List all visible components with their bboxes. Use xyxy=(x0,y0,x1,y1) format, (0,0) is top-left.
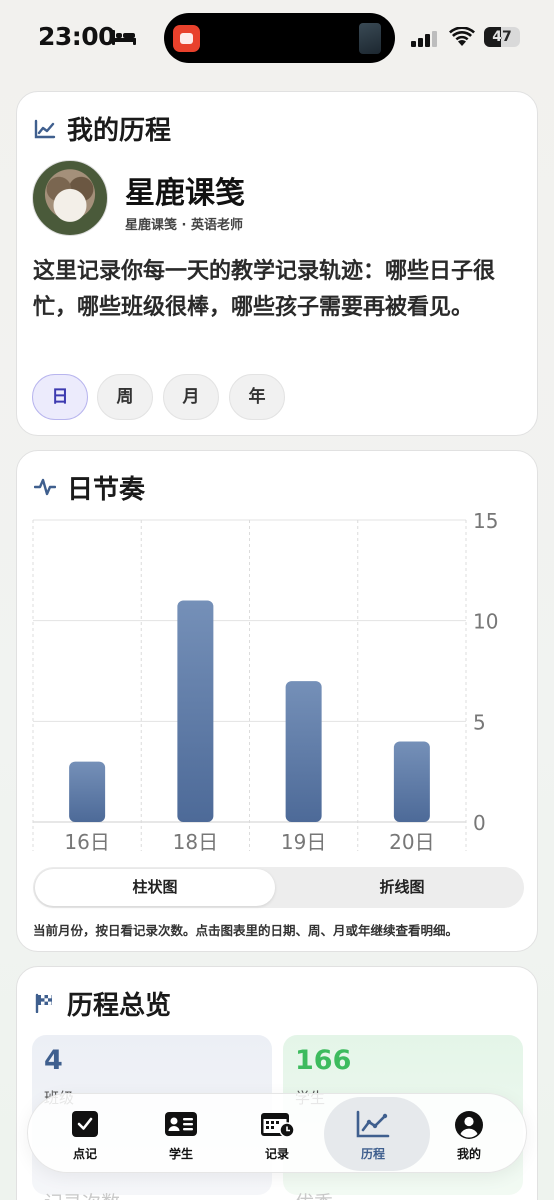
bar[interactable] xyxy=(285,681,322,822)
stat-classes-value: 4 xyxy=(44,1045,63,1076)
overview-title: 历程总览 xyxy=(67,991,172,1021)
bar-chart-option[interactable]: 柱状图 xyxy=(35,869,275,906)
line-chart-icon xyxy=(356,1110,390,1138)
y-tick-label: 10 xyxy=(473,610,498,634)
y-tick-label: 15 xyxy=(473,509,498,533)
status-time: 23:00 xyxy=(38,22,116,51)
id-card-icon xyxy=(165,1112,197,1136)
period-day-button[interactable]: 日 xyxy=(32,374,88,420)
y-tick-label: 5 xyxy=(473,710,486,734)
check-square-icon xyxy=(72,1111,98,1137)
cellular-signal-icon xyxy=(411,31,437,47)
x-tick-label[interactable]: 19日 xyxy=(281,830,326,854)
daily-bar-chart[interactable]: 0 5 10 15 16日 18日 19日 20日 xyxy=(17,451,539,861)
profile-name: 星鹿课笺 xyxy=(125,176,245,211)
avatar[interactable] xyxy=(32,160,108,236)
journey-card: 我的历程 星鹿课笺 星鹿课笺 · 英语老师 这里记录你每一天的教学记录轨迹：哪些… xyxy=(16,91,538,436)
period-month-button[interactable]: 月 xyxy=(163,374,219,420)
bed-icon xyxy=(112,30,136,45)
status-bar: 23:00 47 xyxy=(0,0,554,76)
period-year-button[interactable]: 年 xyxy=(229,374,285,420)
tab-records[interactable]: 记录 xyxy=(232,1094,322,1174)
tab-profile-label: 我的 xyxy=(456,1147,481,1161)
calendar-clock-icon xyxy=(261,1113,295,1138)
dynamic-island xyxy=(164,13,395,63)
tab-journey-label: 历程 xyxy=(360,1147,385,1161)
line-chart-option[interactable]: 折线图 xyxy=(282,869,522,906)
stat-excellent-label: 优秀 xyxy=(295,1188,333,1200)
bar[interactable] xyxy=(393,741,430,822)
wifi-icon xyxy=(449,27,475,46)
tab-students-label: 学生 xyxy=(168,1147,193,1161)
journey-title: 我的历程 xyxy=(67,116,172,146)
bottom-tab-bar: 点记 学生 记录 历程 我的 xyxy=(27,1093,527,1173)
tab-checkin-label: 点记 xyxy=(72,1147,97,1161)
tab-students[interactable]: 学生 xyxy=(136,1094,226,1174)
user-circle-icon xyxy=(455,1111,483,1139)
tab-checkin[interactable]: 点记 xyxy=(40,1094,130,1174)
bar[interactable] xyxy=(177,600,214,822)
rhythm-card: 日节奏 0 5 10 15 16日 18日 19日 20日 柱状图 折线图 当前月份，按日看记… xyxy=(16,450,538,952)
period-week-button[interactable]: 周 xyxy=(97,374,153,420)
stat-students-value: 166 xyxy=(295,1045,352,1076)
chart-hint: 当前月份，按日看记录次数。点击图表里的日期、周、月或年继续查看明细。 xyxy=(33,923,459,938)
chart-view-toggle: 柱状图 折线图 xyxy=(33,867,524,908)
journey-intro: 这里记录你每一天的教学记录轨迹：哪些日子很忙，哪些班级很棒，哪些孩子需要再被看见… xyxy=(33,259,496,320)
stat-records-label: 记录次数 xyxy=(44,1188,120,1200)
battery-indicator: 47 xyxy=(484,27,520,47)
tab-profile[interactable]: 我的 xyxy=(424,1094,514,1174)
bar[interactable] xyxy=(69,761,106,822)
line-chart-icon xyxy=(34,119,56,139)
now-playing-thumbnail[interactable] xyxy=(359,23,381,54)
flag-icon xyxy=(35,993,52,1013)
x-tick-label[interactable]: 16日 xyxy=(64,830,109,854)
x-tick-label[interactable]: 18日 xyxy=(173,830,218,854)
profile-subtitle: 星鹿课笺 · 英语老师 xyxy=(125,218,243,233)
tab-journey[interactable]: 历程 xyxy=(324,1094,430,1174)
y-tick-label: 0 xyxy=(473,811,486,835)
x-tick-label[interactable]: 20日 xyxy=(389,830,434,854)
live-activity-app-icon[interactable] xyxy=(173,25,200,52)
tab-records-label: 记录 xyxy=(264,1147,289,1161)
battery-percent: 47 xyxy=(492,29,512,45)
